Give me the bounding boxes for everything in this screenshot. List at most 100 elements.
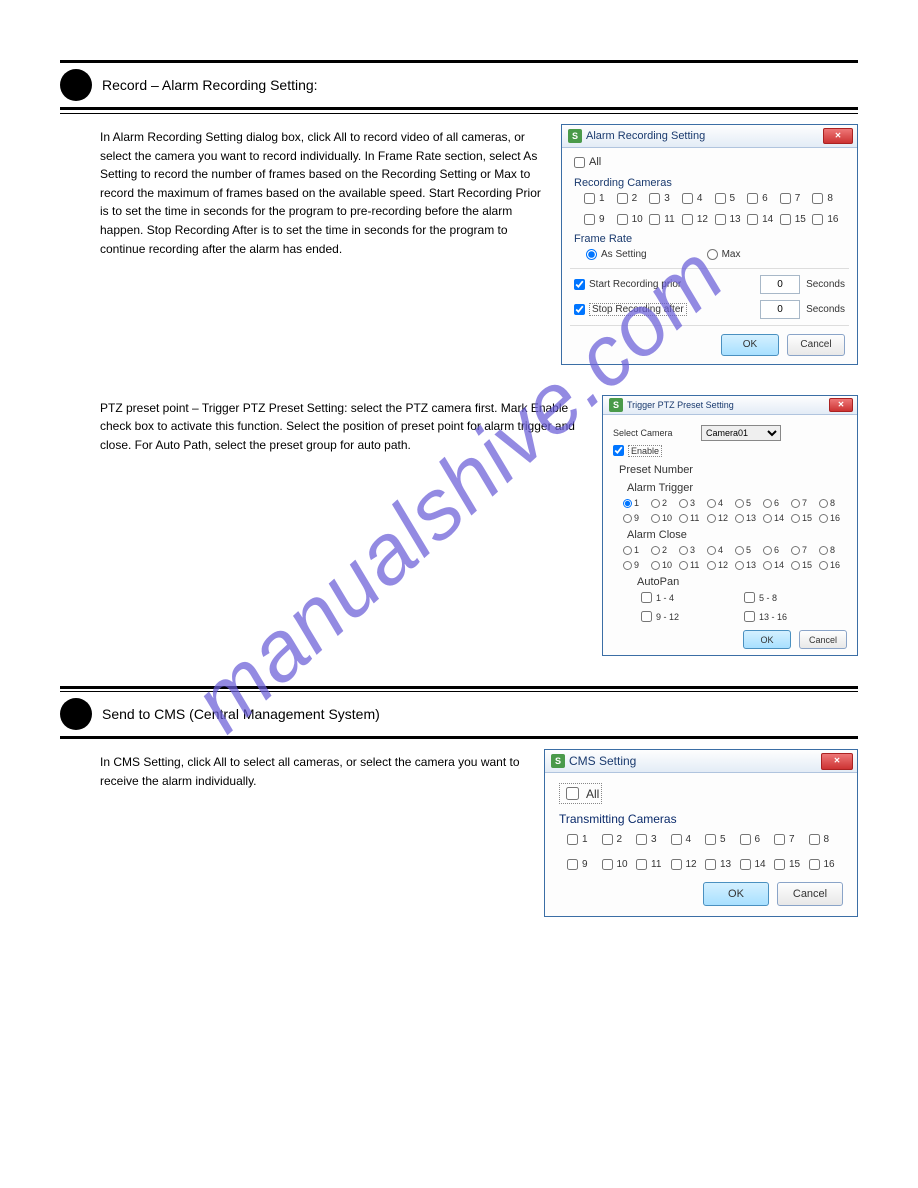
- preset-radio[interactable]: 10: [651, 560, 679, 570]
- max-radio[interactable]: Max: [707, 249, 741, 260]
- cam-check[interactable]: 3: [649, 193, 682, 204]
- preset-num-label: Preset Number: [619, 464, 847, 476]
- cam-check[interactable]: 14: [740, 859, 775, 870]
- preset-radio[interactable]: 7: [791, 545, 819, 555]
- preset-radio[interactable]: 8: [819, 545, 847, 555]
- cam-check[interactable]: 15: [774, 859, 809, 870]
- cam-check[interactable]: 10: [602, 859, 637, 870]
- close-icon[interactable]: [829, 398, 853, 412]
- autopan-check[interactable]: 1 - 4: [641, 592, 744, 603]
- preset-radio[interactable]: 3: [679, 545, 707, 555]
- preset-radio[interactable]: 15: [791, 513, 819, 523]
- cam-check[interactable]: 5: [715, 193, 748, 204]
- cam-check[interactable]: 13: [705, 859, 740, 870]
- cam-check[interactable]: 8: [812, 193, 845, 204]
- preset-radio[interactable]: 9: [623, 560, 651, 570]
- preset-radio[interactable]: 13: [735, 560, 763, 570]
- preset-radio[interactable]: 5: [735, 545, 763, 555]
- cancel-button[interactable]: Cancel: [787, 334, 845, 356]
- preset-radio[interactable]: 3: [679, 498, 707, 508]
- preset-radio[interactable]: 10: [651, 513, 679, 523]
- preset-radio[interactable]: 12: [707, 513, 735, 523]
- cam-check[interactable]: 9: [584, 214, 617, 225]
- cam-check[interactable]: 3: [636, 834, 671, 845]
- as-setting-radio[interactable]: As Setting: [586, 249, 647, 260]
- close-icon[interactable]: [821, 753, 853, 770]
- section-1-body: In Alarm Recording Setting dialog box, c…: [100, 124, 547, 258]
- cam-check[interactable]: 7: [780, 193, 813, 204]
- preset-radio[interactable]: 12: [707, 560, 735, 570]
- preset-radio[interactable]: 5: [735, 498, 763, 508]
- preset-radio[interactable]: 1: [623, 498, 651, 508]
- cam-check[interactable]: 16: [812, 214, 845, 225]
- preset-radio[interactable]: 7: [791, 498, 819, 508]
- cancel-button[interactable]: Cancel: [799, 630, 847, 649]
- enable-check[interactable]: Enable: [613, 445, 662, 457]
- cam-check[interactable]: 1: [567, 834, 602, 845]
- ok-button[interactable]: OK: [743, 630, 791, 649]
- cam-check[interactable]: 12: [671, 859, 706, 870]
- dlg3-title: CMS Setting: [569, 754, 636, 768]
- preset-radio[interactable]: 11: [679, 560, 707, 570]
- start-prior-input[interactable]: [760, 275, 800, 294]
- preset-radio[interactable]: 15: [791, 560, 819, 570]
- cam-check[interactable]: 16: [809, 859, 844, 870]
- cam-check[interactable]: 11: [649, 214, 682, 225]
- preset-radio[interactable]: 2: [651, 545, 679, 555]
- preset-radio[interactable]: 8: [819, 498, 847, 508]
- preset-radio[interactable]: 2: [651, 498, 679, 508]
- close-icon[interactable]: [823, 128, 853, 144]
- cam-check[interactable]: 6: [740, 834, 775, 845]
- preset-radio[interactable]: 1: [623, 545, 651, 555]
- cam-check[interactable]: 6: [747, 193, 780, 204]
- autopan-check[interactable]: 9 - 12: [641, 611, 744, 622]
- cam-check[interactable]: 1: [584, 193, 617, 204]
- cam-check[interactable]: 7: [774, 834, 809, 845]
- cam-check[interactable]: 8: [809, 834, 844, 845]
- cms-all-check[interactable]: All: [559, 783, 602, 804]
- cam-check[interactable]: 11: [636, 859, 671, 870]
- preset-radio[interactable]: 4: [707, 545, 735, 555]
- ok-button[interactable]: OK: [703, 882, 769, 906]
- preset-radio[interactable]: 11: [679, 513, 707, 523]
- section-2-body: In CMS Setting, click All to select all …: [100, 749, 530, 790]
- autopan-check[interactable]: 13 - 16: [744, 611, 847, 622]
- all-label: All: [589, 156, 601, 168]
- select-cam-dropdown[interactable]: Camera01: [701, 425, 781, 441]
- autopan-check[interactable]: 5 - 8: [744, 592, 847, 603]
- preset-radio[interactable]: 14: [763, 513, 791, 523]
- trans-label: Transmitting Cameras: [559, 812, 843, 826]
- section-2-title: Send to CMS (Central Management System): [102, 706, 380, 722]
- stop-after-input[interactable]: [760, 300, 800, 319]
- dlg1-title: Alarm Recording Setting: [586, 130, 705, 142]
- preset-radio[interactable]: 16: [819, 513, 847, 523]
- preset-radio[interactable]: 6: [763, 498, 791, 508]
- cam-check[interactable]: 5: [705, 834, 740, 845]
- cam-check[interactable]: 2: [617, 193, 650, 204]
- section-1-header: Record – Alarm Recording Setting:: [60, 69, 858, 101]
- section-1-row: In Alarm Recording Setting dialog box, c…: [100, 124, 858, 365]
- cam-check[interactable]: 9: [567, 859, 602, 870]
- cancel-button[interactable]: Cancel: [777, 882, 843, 906]
- cam-check[interactable]: 13: [715, 214, 748, 225]
- preset-radio[interactable]: 16: [819, 560, 847, 570]
- stop-after-check[interactable]: Stop Recording after: [574, 303, 687, 316]
- preset-radio[interactable]: 6: [763, 545, 791, 555]
- autopan-grid: 1 - 4 5 - 8 9 - 12 13 - 16: [641, 592, 847, 622]
- cam-check[interactable]: 4: [682, 193, 715, 204]
- cam-check[interactable]: 4: [671, 834, 706, 845]
- preset-radio[interactable]: 9: [623, 513, 651, 523]
- cam-check[interactable]: 2: [602, 834, 637, 845]
- frame-rate-label: Frame Rate: [574, 233, 845, 245]
- cam-check[interactable]: 15: [780, 214, 813, 225]
- ok-button[interactable]: OK: [721, 334, 779, 356]
- cam-check[interactable]: 14: [747, 214, 780, 225]
- preset-radio[interactable]: 4: [707, 498, 735, 508]
- preset-radio[interactable]: 13: [735, 513, 763, 523]
- bullet-icon: [60, 698, 92, 730]
- cam-check[interactable]: 12: [682, 214, 715, 225]
- start-prior-check[interactable]: Start Recording prior: [574, 279, 681, 290]
- all-checkbox[interactable]: All: [574, 156, 601, 168]
- cam-check[interactable]: 10: [617, 214, 650, 225]
- preset-radio[interactable]: 14: [763, 560, 791, 570]
